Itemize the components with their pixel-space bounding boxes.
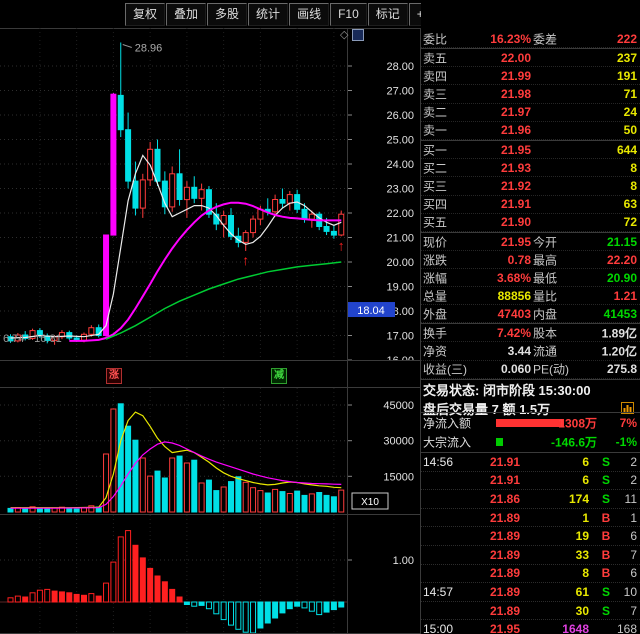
svg-text:27.00: 27.00 — [386, 86, 414, 98]
tick-list[interactable]: 14:5621.916S221.916S221.86174S1121.891B1… — [421, 453, 640, 634]
macd-chart[interactable]: 1.00 — [0, 515, 420, 634]
quote-section: 现价21.95今开21.15涨跌0.78最高22.20涨幅3.68%最低20.9… — [421, 233, 640, 323]
quote-row-0: 现价21.95今开21.15 — [421, 233, 640, 251]
candlestick-chart[interactable]: 28.00 27.00 26.00 25.00 24.00 23.00 22.00 21.00… — [0, 28, 420, 360]
macd-bars — [8, 531, 344, 633]
bid-row-3[interactable]: 买四21.9163 — [421, 196, 640, 214]
svg-text:↑: ↑ — [338, 237, 345, 253]
trade-status-line: 交易状态: 闭市阶段 15:30:00 — [421, 380, 640, 399]
svg-text:1.00: 1.00 — [393, 555, 414, 567]
fundamental-section: 换手7.42%股本1.89亿净资3.44流通1.20亿收益(三)0.060PE(… — [421, 324, 640, 379]
tick-row-7: 14:5721.8961S10 — [421, 583, 640, 602]
toolbar-button-2[interactable]: 多股 — [207, 3, 247, 26]
tick-row-0: 14:5621.916S2 — [421, 453, 640, 472]
svg-text:18.04: 18.04 — [357, 305, 385, 317]
svg-text:24.00: 24.00 — [386, 159, 414, 171]
toolbar-button-4[interactable]: 画线 — [289, 3, 329, 26]
svg-text:20.00: 20.00 — [386, 257, 414, 269]
svg-text:21.00: 21.00 — [386, 233, 414, 245]
svg-text:28.00: 28.00 — [386, 61, 414, 73]
pane-border-1 — [0, 360, 420, 361]
tick-row-1: 21.916S2 — [421, 472, 640, 491]
macd-chart-canvas[interactable]: 1.00 — [0, 515, 420, 634]
svg-text:28.96: 28.96 — [135, 42, 163, 54]
tick-row-9: 15:0021.951648168 — [421, 620, 640, 634]
ask-row-2[interactable]: 卖三21.9871 — [421, 85, 640, 103]
flow-bar — [496, 438, 503, 446]
ask-queue: 卖五22.00237卖四21.99191卖三21.9871卖二21.9724卖一… — [421, 49, 640, 140]
main-chart-canvas[interactable]: 28.00 27.00 26.00 25.00 24.00 23.00 22.00 21.00… — [0, 28, 420, 360]
toolbar-button-5[interactable]: F10 — [330, 3, 367, 26]
svg-text:X10: X10 — [361, 497, 379, 508]
tick-row-4: 21.8919B6 — [421, 527, 640, 546]
fund-row-1: 净资3.44流通1.20亿 — [421, 342, 640, 360]
pane-border-3 — [0, 514, 420, 515]
window-icon[interactable] — [352, 29, 364, 41]
bid-row-1[interactable]: 买二21.938 — [421, 159, 640, 177]
money-flow-section: 净流入额1308万7%大宗流入-146.6万-1% — [421, 413, 640, 452]
bid-row-2[interactable]: 买三21.928 — [421, 177, 640, 195]
svg-text:17.00: 17.00 — [386, 331, 414, 343]
flow-bar — [496, 419, 564, 427]
ask-row-0[interactable]: 卖五22.00237 — [421, 49, 640, 67]
svg-text:19.00: 19.00 — [386, 282, 414, 294]
ask-row-4[interactable]: 卖一21.9650 — [421, 122, 640, 140]
quote-row-1: 涨跌0.78最高22.20 — [421, 251, 640, 269]
ask-row-1[interactable]: 卖四21.99191 — [421, 67, 640, 85]
weibi-row: 委比16.23%委差222 — [421, 31, 640, 48]
weibi-section: 委比16.23%委差222 — [421, 31, 640, 48]
tick-row-2: 21.86174S11 — [421, 490, 640, 509]
event-badge-0: 涨 — [106, 368, 122, 384]
svg-text:45000: 45000 — [383, 400, 414, 412]
axis-divider — [347, 28, 348, 634]
quote-panel: 委比16.23%委差222 卖五22.00237卖四21.99191卖三21.9… — [421, 0, 640, 634]
toolbar-button-3[interactable]: 统计 — [248, 3, 288, 26]
svg-text:30000: 30000 — [383, 436, 414, 448]
event-badge-1: 减 — [271, 368, 287, 384]
fund-row-2: 收益(三)0.060PE(动)275.8 — [421, 361, 640, 379]
trade-status-section: 交易状态: 闭市阶段 15:30:00 盘后交易量 7 额 1.5万 — [421, 380, 640, 412]
quote-row-3: 总量88856量比1.21 — [421, 287, 640, 305]
quote-row-4: 外盘47403内盘41453 — [421, 305, 640, 323]
pane-border-2 — [0, 387, 420, 388]
volume-bars — [8, 404, 344, 512]
ask-row-3[interactable]: 卖二21.9724 — [421, 104, 640, 122]
svg-text:25.00: 25.00 — [386, 135, 414, 147]
diamond-icon[interactable]: ◇ — [340, 30, 348, 41]
bid-queue: 买一21.95644买二21.938买三21.928买四21.9163买五21.… — [421, 141, 640, 232]
volume-chart-canvas[interactable]: 45000 30000 15000 X10 — [0, 388, 420, 514]
stock-app-window: 复权叠加多股统计画线F10标记+自选返回 300678 中科信息 ◇ 28.00… — [0, 0, 640, 634]
flow-row-0: 净流入额1308万7% — [421, 413, 640, 433]
svg-text:6.74 - 16.81: 6.74 - 16.81 — [3, 333, 62, 345]
tick-row-8: 21.8930S7 — [421, 602, 640, 621]
svg-text:15000: 15000 — [383, 471, 414, 483]
chart-corner-icons: ◇ — [340, 29, 364, 41]
flow-row-1: 大宗流入-146.6万-1% — [421, 433, 640, 453]
svg-text:22.00: 22.00 — [386, 208, 414, 220]
svg-text:26.00: 26.00 — [386, 110, 414, 122]
quote-row-2: 涨幅3.68%最低20.90 — [421, 269, 640, 287]
bid-row-4[interactable]: 买五21.9072 — [421, 214, 640, 232]
event-badge-strip: 涨减 — [0, 361, 420, 387]
tick-row-3: 21.891B1 — [421, 509, 640, 528]
fund-row-0: 换手7.42%股本1.89亿 — [421, 324, 640, 342]
svg-text:↑: ↑ — [242, 252, 249, 268]
toolbar-button-0[interactable]: 复权 — [125, 3, 165, 26]
tick-row-6: 21.898B6 — [421, 565, 640, 584]
bid-row-0[interactable]: 买一21.95644 — [421, 141, 640, 159]
svg-text:23.00: 23.00 — [386, 184, 414, 196]
candles — [8, 42, 344, 344]
tick-row-5: 21.8933B7 — [421, 546, 640, 565]
toolbar-button-1[interactable]: 叠加 — [166, 3, 206, 26]
volume-chart[interactable]: 45000 30000 15000 X10 — [0, 388, 420, 514]
toolbar-button-6[interactable]: 标记 — [368, 3, 408, 26]
